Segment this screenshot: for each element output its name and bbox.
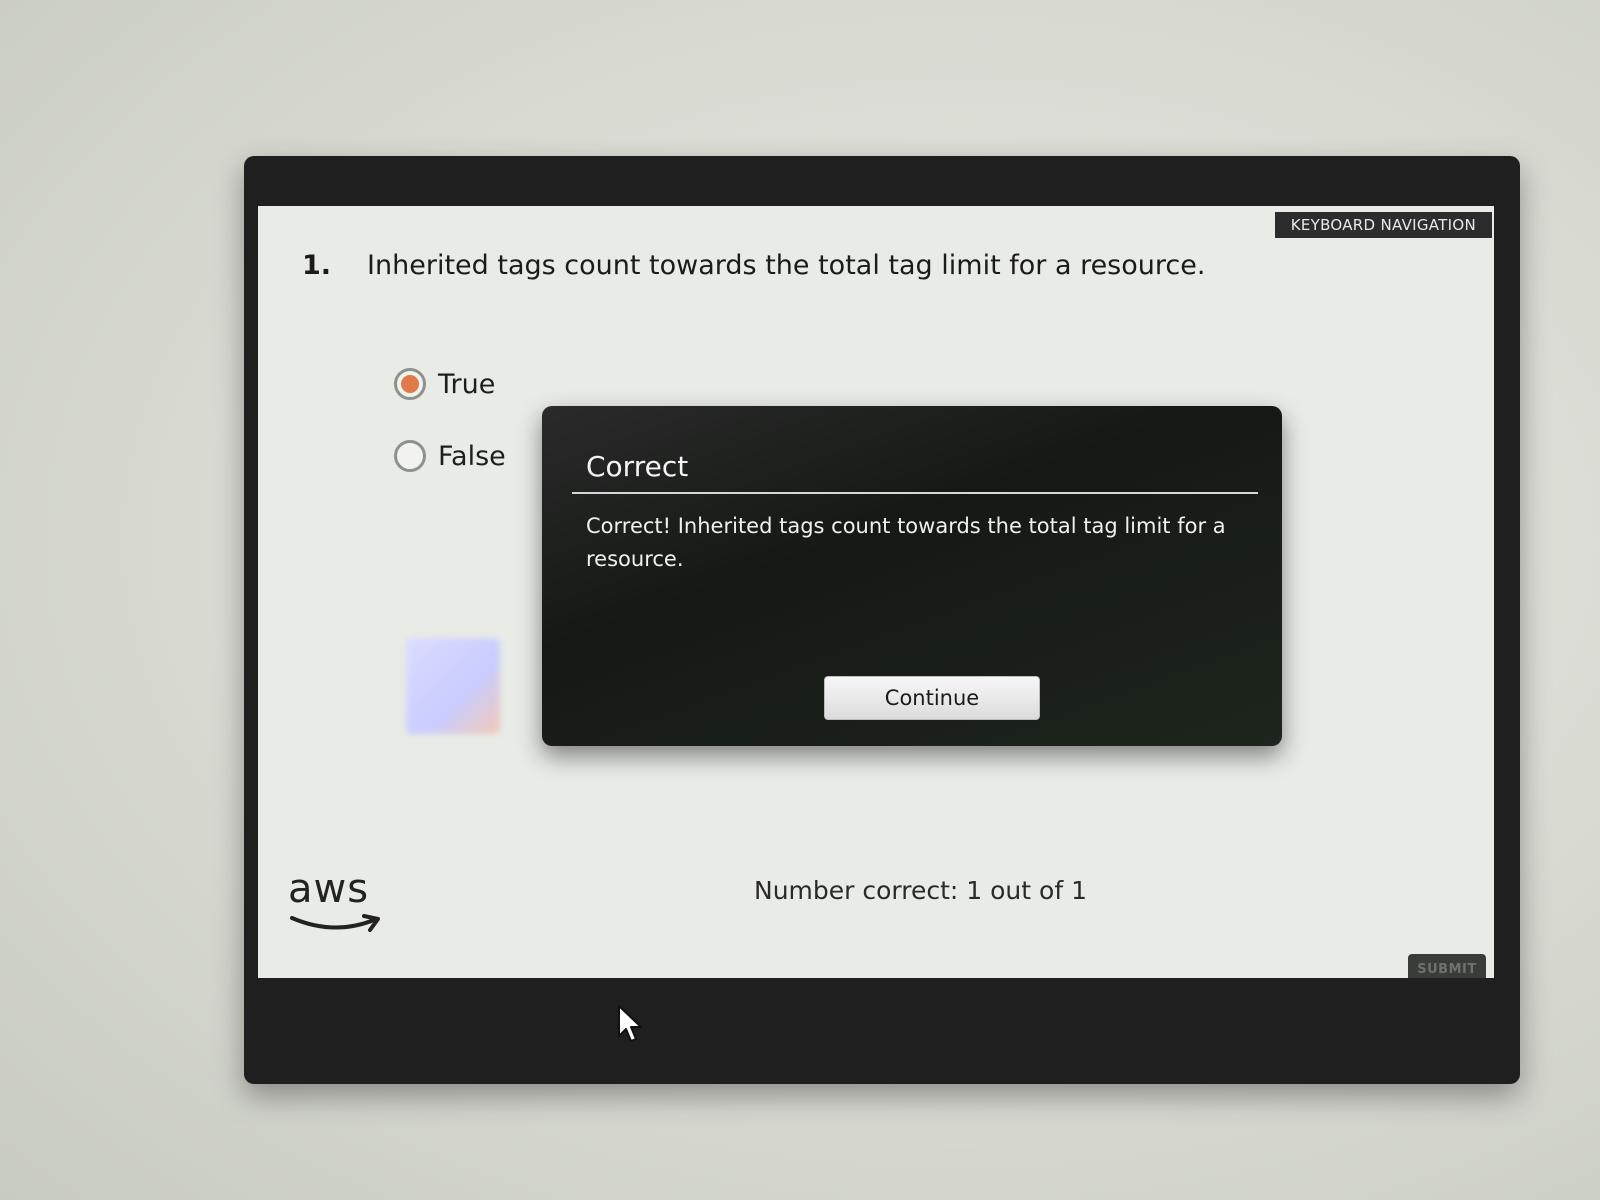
player-top-bar (244, 156, 1520, 206)
divider (572, 492, 1258, 494)
aws-smile-arrow-icon (290, 914, 380, 932)
screen-glare (406, 638, 500, 734)
submit-button[interactable]: SUBMIT (1408, 954, 1486, 978)
continue-button[interactable]: Continue (824, 676, 1040, 720)
question-text: Inherited tags count towards the total t… (367, 250, 1206, 281)
question-number: 1. (302, 250, 332, 281)
feedback-title: Correct (586, 450, 689, 483)
feedback-message: Correct! Inherited tags count towards th… (586, 514, 1226, 571)
question-row: 1. Inherited tags count towards the tota… (302, 250, 1394, 281)
radio-selected-icon[interactable] (394, 368, 426, 400)
aws-logo: aws (288, 866, 398, 946)
mouse-pointer-icon (618, 1005, 642, 1042)
aws-logo-text: aws (288, 866, 370, 912)
score-text: Number correct: 1 out of 1 (754, 876, 1087, 905)
option-true[interactable]: True (394, 366, 506, 402)
option-label: True (438, 368, 496, 400)
quiz-content-area: 1. Inherited tags count towards the tota… (258, 206, 1494, 978)
radio-unselected-icon[interactable] (394, 440, 426, 472)
option-false[interactable]: False (394, 438, 506, 474)
feedback-dialog: Correct Correct! Inherited tags count to… (542, 406, 1282, 746)
course-player-frame: KEYBOARD NAVIGATION 1. Inherited tags co… (244, 156, 1520, 1084)
option-label: False (438, 440, 506, 472)
answer-options: True False (394, 366, 506, 510)
keyboard-navigation-button[interactable]: KEYBOARD NAVIGATION (1274, 212, 1492, 238)
